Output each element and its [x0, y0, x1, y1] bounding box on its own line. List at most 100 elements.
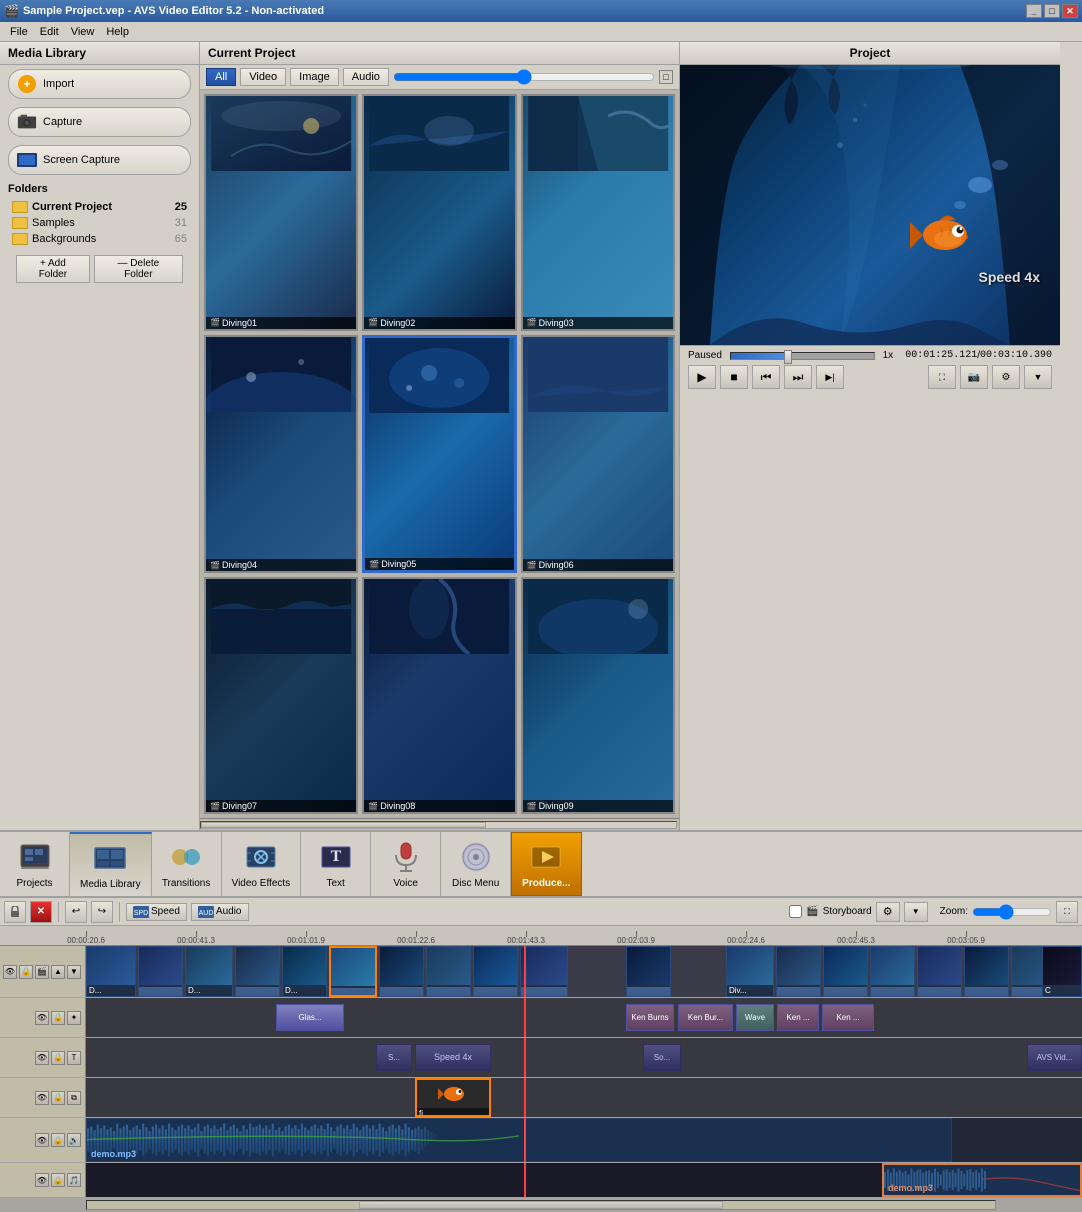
- next-frame-button[interactable]: ⏭: [784, 365, 812, 389]
- tl-clip-15[interactable]: [917, 946, 962, 997]
- tool-transitions[interactable]: Transitions: [152, 832, 222, 896]
- media-item-diving07[interactable]: 🎬 Diving07: [204, 577, 358, 814]
- screen-capture-button[interactable]: Screen Capture: [8, 145, 191, 175]
- media-item-diving02[interactable]: 🎬 Diving02: [362, 94, 516, 331]
- tool-disc-menu[interactable]: Disc Menu: [441, 832, 511, 896]
- tl-clip-14[interactable]: [870, 946, 915, 997]
- overlay-fish-clip[interactable]: fi...: [415, 1078, 491, 1117]
- track-text-button[interactable]: T: [67, 1051, 81, 1065]
- filter-audio[interactable]: Audio: [343, 68, 389, 86]
- effect-wave[interactable]: Wave: [736, 1004, 774, 1031]
- expand-button[interactable]: □: [659, 70, 673, 84]
- text-clip-avsvid[interactable]: AVS Vid...: [1027, 1044, 1082, 1071]
- track-eye-button[interactable]: 👁: [35, 1011, 49, 1025]
- tl-clip-5[interactable]: D...: [282, 946, 327, 997]
- settings-button[interactable]: ⚙: [992, 365, 1020, 389]
- audio-clip-1[interactable]: demo.mp3: [86, 1118, 952, 1162]
- tool-projects[interactable]: Projects: [0, 832, 70, 896]
- effect-kenburns2[interactable]: Ken Bur...: [678, 1004, 733, 1031]
- tool-media-library[interactable]: Media Library: [70, 832, 152, 896]
- restore-button[interactable]: □: [1044, 4, 1060, 18]
- tl-clip-8[interactable]: [473, 946, 518, 997]
- filter-image[interactable]: Image: [290, 68, 339, 86]
- filter-video[interactable]: Video: [240, 68, 286, 86]
- track-lock-button[interactable]: 🔒: [51, 1133, 65, 1147]
- delete-folder-button[interactable]: — Delete Folder: [94, 255, 183, 283]
- track-lock-button[interactable]: 🔒: [19, 965, 33, 979]
- timeline-settings-button[interactable]: ⚙: [876, 902, 900, 922]
- tl-clip-10[interactable]: [626, 946, 671, 997]
- media-item-diving06[interactable]: 🎬 Diving06: [521, 335, 675, 574]
- track-lock-button[interactable]: 🔒: [51, 1091, 65, 1105]
- prev-frame-button[interactable]: ⏮: [752, 365, 780, 389]
- track-audio-button[interactable]: 🔊: [67, 1133, 81, 1147]
- folder-samples[interactable]: Samples 31: [8, 215, 191, 231]
- capture-button[interactable]: Capture: [8, 107, 191, 137]
- track-overlay-button[interactable]: ⧉: [67, 1091, 81, 1105]
- zoom-slider[interactable]: [972, 904, 1052, 920]
- tl-clip-16[interactable]: [964, 946, 1009, 997]
- tool-voice[interactable]: Voice: [371, 832, 441, 896]
- tl-clip-9[interactable]: [520, 946, 568, 997]
- track-fx-button[interactable]: ✦: [67, 1011, 81, 1025]
- media-item-diving04[interactable]: 🎬 Diving04: [204, 335, 358, 574]
- storyboard-checkbox[interactable]: [789, 905, 802, 918]
- track-eye-button[interactable]: 👁: [35, 1173, 49, 1187]
- track-eye-button[interactable]: 👁: [35, 1091, 49, 1105]
- track-eye-button[interactable]: 👁: [35, 1051, 49, 1065]
- track-lock-button[interactable]: 🔒: [51, 1173, 65, 1187]
- tl-clip-18[interactable]: C: [1042, 946, 1082, 997]
- tool-produce[interactable]: Produce...: [511, 832, 581, 896]
- track-down-button[interactable]: ▼: [67, 965, 81, 979]
- seek-bar[interactable]: [730, 352, 875, 360]
- close-button[interactable]: ✕: [1062, 4, 1078, 18]
- storyboard-toggle[interactable]: 🎬 Storyboard: [789, 905, 871, 918]
- play-button[interactable]: ▶: [688, 365, 716, 389]
- scrollbar-thumb[interactable]: [201, 822, 486, 828]
- menu-edit[interactable]: Edit: [34, 24, 65, 40]
- folder-current-project[interactable]: Current Project 25: [8, 199, 191, 215]
- stop-button[interactable]: ■: [720, 365, 748, 389]
- expand-button[interactable]: ▼: [1024, 365, 1052, 389]
- filter-all[interactable]: All: [206, 68, 236, 86]
- redo-button[interactable]: ↪: [91, 901, 113, 923]
- tl-clip-selected[interactable]: [329, 946, 377, 997]
- tl-clip-4[interactable]: [235, 946, 280, 997]
- tl-clip-7[interactable]: [426, 946, 471, 997]
- timeline-scroll-thumb[interactable]: [359, 1201, 722, 1209]
- audio-clip-2[interactable]: demo.mp3: [882, 1163, 1082, 1197]
- timeline-delete-button[interactable]: ✕: [30, 901, 52, 923]
- timeline-view-button[interactable]: ▼: [904, 902, 928, 922]
- track-eye-button[interactable]: 👁: [35, 1133, 49, 1147]
- timeline-lock-button[interactable]: [4, 901, 26, 923]
- track-lock-button[interactable]: 🔒: [51, 1051, 65, 1065]
- progress-thumb[interactable]: [784, 350, 792, 364]
- track-audio2-button[interactable]: 🎵: [67, 1173, 81, 1187]
- menu-file[interactable]: File: [4, 24, 34, 40]
- timeline-scrollbar[interactable]: [0, 1198, 1082, 1212]
- effect-kenburns1[interactable]: Ken Burns: [626, 1004, 674, 1031]
- tool-video-effects[interactable]: Video Effects: [222, 832, 302, 896]
- import-button[interactable]: + Import: [8, 69, 191, 99]
- tl-clip-2[interactable]: [138, 946, 183, 997]
- snapshot-button[interactable]: 📷: [960, 365, 988, 389]
- effect-glass[interactable]: Glas...: [276, 1004, 344, 1031]
- frame-advance-button[interactable]: ▶|: [816, 365, 844, 389]
- track-type-button[interactable]: 🎬: [35, 965, 49, 979]
- effect-ken3[interactable]: Ken ...: [777, 1004, 819, 1031]
- media-item-diving08[interactable]: 🎬 Diving08: [362, 577, 516, 814]
- media-item-diving09[interactable]: 🎬 Diving09: [521, 577, 675, 814]
- menu-help[interactable]: Help: [100, 24, 135, 40]
- text-clip-so[interactable]: So...: [643, 1044, 681, 1071]
- tl-clip-12[interactable]: [776, 946, 821, 997]
- text-clip-s[interactable]: S...: [376, 1044, 412, 1071]
- grid-scrollbar[interactable]: [200, 818, 679, 830]
- track-expand-button[interactable]: ▲: [51, 965, 65, 979]
- menu-view[interactable]: View: [65, 24, 101, 40]
- tl-clip-13[interactable]: [823, 946, 868, 997]
- add-folder-button[interactable]: + Add Folder: [16, 255, 90, 283]
- media-item-diving05[interactable]: 🎬 Diving05: [362, 335, 516, 574]
- media-item-diving01[interactable]: 🎬 Diving01: [204, 94, 358, 331]
- undo-button[interactable]: ↩: [65, 901, 87, 923]
- speed-button[interactable]: SPD Speed: [126, 903, 187, 921]
